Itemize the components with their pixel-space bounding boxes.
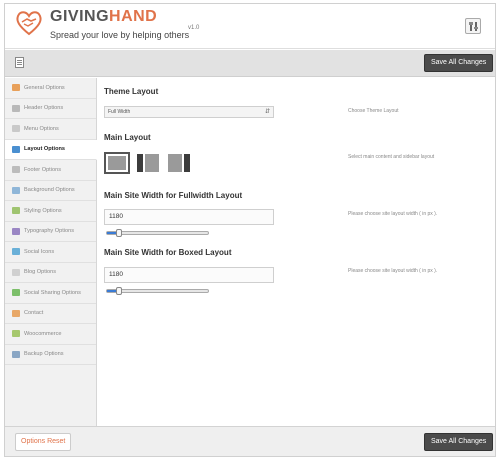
- theme-layout-select[interactable]: Full Width ⇵: [104, 106, 274, 118]
- pen-icon: [12, 227, 20, 235]
- layout-options-content: Theme Layout Full Width ⇵ Choose Theme L…: [98, 78, 495, 426]
- woocommerce-icon: [12, 330, 20, 338]
- sidebar-item-backup-options[interactable]: Backup Options: [5, 345, 96, 365]
- sidebar-item-styling-options[interactable]: Styling Options: [5, 201, 96, 222]
- header: GIVINGHAND Spread your love by helping o…: [5, 4, 495, 49]
- sidebar-item-label: Header Options: [24, 105, 64, 112]
- options-sidebar: General Options Header Options Menu Opti…: [5, 78, 97, 426]
- sidebar-item-label: General Options: [24, 84, 65, 91]
- sidebar-item-label: Backup Options: [24, 351, 64, 358]
- main-layout-title: Main Layout: [104, 133, 151, 142]
- header-layout-icon: [12, 104, 20, 112]
- full-width-layout-option[interactable]: [104, 152, 130, 174]
- brand-name: GIVINGHAND: [50, 8, 157, 26]
- sidebar-item-social-icons[interactable]: Social Icons: [5, 242, 96, 263]
- options-panel: GIVINGHAND Spread your love by helping o…: [4, 3, 496, 457]
- right-sidebar-layout-icon: [168, 154, 182, 172]
- left-sidebar-layout-icon: [137, 154, 143, 172]
- fullwidth-width-slider[interactable]: [106, 229, 209, 237]
- sidebar-item-label: Social Sharing Options: [24, 289, 81, 296]
- home-icon: [12, 84, 20, 92]
- tools-icon: [468, 21, 478, 31]
- sidebar-item-background-options[interactable]: Background Options: [5, 181, 96, 201]
- sidebar-item-layout-options[interactable]: Layout Options: [5, 139, 97, 160]
- sidebar-item-label: Footer Options: [24, 166, 61, 173]
- boxed-width-title: Main Site Width for Boxed Layout: [104, 248, 232, 257]
- slider-handle[interactable]: [116, 287, 123, 295]
- right-sidebar-layout-option[interactable]: [166, 152, 192, 174]
- footer-layout-icon: [12, 166, 20, 174]
- theme-layout-selected: Full Width: [108, 109, 131, 115]
- share-icon: [12, 248, 20, 256]
- sidebar-item-label: Background Options: [24, 187, 75, 194]
- sidebar-item-typography-options[interactable]: Typography Options: [5, 222, 96, 242]
- sidebar-item-label: Layout Options: [24, 146, 66, 153]
- brand-part1: GIVING: [50, 8, 110, 25]
- document-list-icon[interactable]: [15, 57, 24, 68]
- full-width-layout-icon: [108, 156, 126, 170]
- theme-layout-title: Theme Layout: [104, 87, 159, 96]
- sidebar-item-woocommerce[interactable]: Woocommerce: [5, 324, 96, 345]
- slider-handle[interactable]: [116, 229, 123, 237]
- tagline: Spread your love by helping others: [50, 30, 190, 40]
- sidebar-item-contact[interactable]: Contact: [5, 304, 96, 324]
- footer-bar: Options Reset Save All Changes: [5, 426, 495, 456]
- sidebar-item-label: Styling Options: [24, 207, 62, 214]
- sidebar-item-label: Contact: [24, 310, 44, 317]
- layout-icon: [12, 145, 20, 153]
- brand-part2: HAND: [109, 8, 158, 25]
- boxed-width-slider[interactable]: [106, 287, 209, 295]
- brush-icon: [12, 207, 20, 215]
- sidebar-item-footer-options[interactable]: Footer Options: [5, 160, 96, 181]
- sidebar-item-social-sharing-options[interactable]: Social Sharing Options: [5, 283, 96, 304]
- menu-icon: [12, 125, 20, 133]
- background-icon: [12, 186, 20, 194]
- heart-hands-logo-icon: [16, 11, 42, 36]
- social-share-icon: [12, 289, 20, 297]
- fullwidth-width-description: Please choose site layout width ( in px …: [348, 211, 438, 217]
- sidebar-item-general-options[interactable]: General Options: [5, 78, 96, 99]
- save-all-changes-button-top[interactable]: Save All Changes: [424, 54, 494, 72]
- tools-button[interactable]: [465, 18, 481, 34]
- version-label: v1.0: [188, 25, 200, 31]
- blog-icon: [12, 268, 20, 276]
- boxed-width-description: Please choose site layout width ( in px …: [348, 268, 438, 274]
- boxed-width-input[interactable]: 1180: [104, 267, 274, 283]
- options-reset-button[interactable]: Options Reset: [15, 433, 72, 451]
- sidebar-item-label: Social Icons: [24, 248, 55, 255]
- theme-layout-description: Choose Theme Layout: [348, 108, 399, 114]
- sidebar-item-menu-options[interactable]: Menu Options: [5, 119, 96, 140]
- main-layout-description: Select main content and sidebar layout: [348, 154, 435, 160]
- save-all-changes-button-bottom[interactable]: Save All Changes: [424, 433, 494, 451]
- select-arrows-icon: ⇵: [264, 109, 270, 115]
- contact-icon: [12, 309, 20, 317]
- sidebar-item-label: Blog Options: [24, 269, 57, 276]
- sidebar-item-blog-options[interactable]: Blog Options: [5, 263, 96, 283]
- sidebar-item-label: Typography Options: [24, 228, 75, 235]
- sidebar-item-header-options[interactable]: Header Options: [5, 99, 96, 119]
- fullwidth-width-title: Main Site Width for Fullwidth Layout: [104, 191, 243, 200]
- fullwidth-width-input[interactable]: 1180: [104, 209, 274, 225]
- left-sidebar-layout-option[interactable]: [135, 152, 161, 174]
- top-toolbar: Save All Changes: [5, 50, 495, 77]
- sidebar-item-label: Menu Options: [24, 125, 59, 132]
- sidebar-item-label: Woocommerce: [24, 330, 62, 337]
- backup-icon: [12, 350, 20, 358]
